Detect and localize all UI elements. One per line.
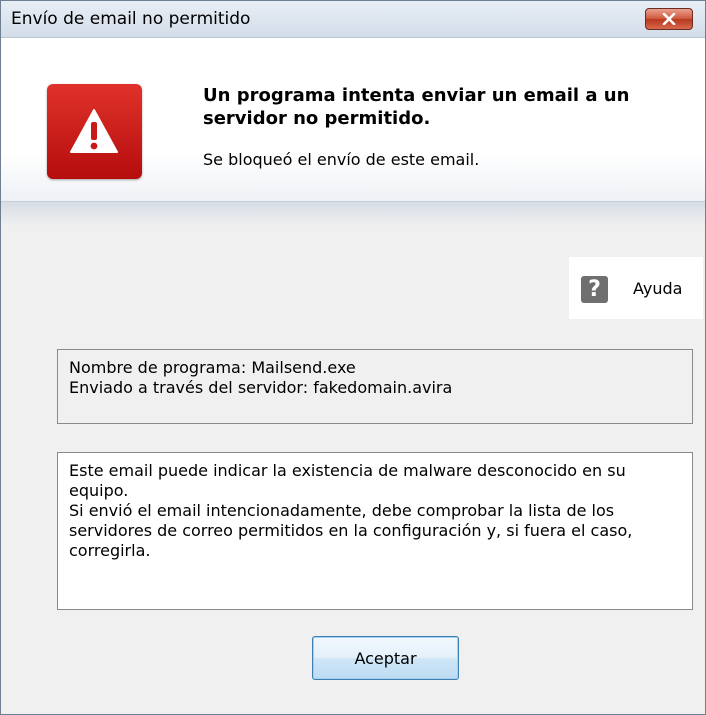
close-icon <box>662 13 676 25</box>
warning-badge <box>47 84 142 179</box>
subline: Se bloqueó el envío de este email. <box>203 150 480 169</box>
window-title: Envío de email no permitido <box>11 9 251 29</box>
message-paragraph-1: Este email puede indicar la existencia d… <box>69 461 626 500</box>
warning-icon <box>70 109 118 153</box>
title-bar[interactable]: Envío de email no permitido <box>1 1 705 38</box>
program-name-line: Nombre de programa: Mailsend.exe <box>69 358 356 377</box>
details-box: Nombre de programa: Mailsend.exe Enviado… <box>57 349 693 424</box>
server-line: Enviado a través del servidor: fakedomai… <box>69 378 453 397</box>
message-paragraph-2: Si envió el email intencionadamente, deb… <box>69 501 633 560</box>
help-link[interactable]: ? Ayuda <box>569 257 703 319</box>
message-box: Este email puede indicar la existencia d… <box>57 452 693 610</box>
accept-button[interactable]: Aceptar <box>312 636 459 680</box>
dialog-window: Envío de email no permitido Un programa … <box>0 0 706 715</box>
help-icon: ? <box>581 276 608 303</box>
header-separator <box>1 201 705 226</box>
headline: Un programa intenta enviar un email a un… <box>203 85 630 129</box>
help-label: Ayuda <box>633 279 683 298</box>
close-button[interactable] <box>645 8 693 30</box>
